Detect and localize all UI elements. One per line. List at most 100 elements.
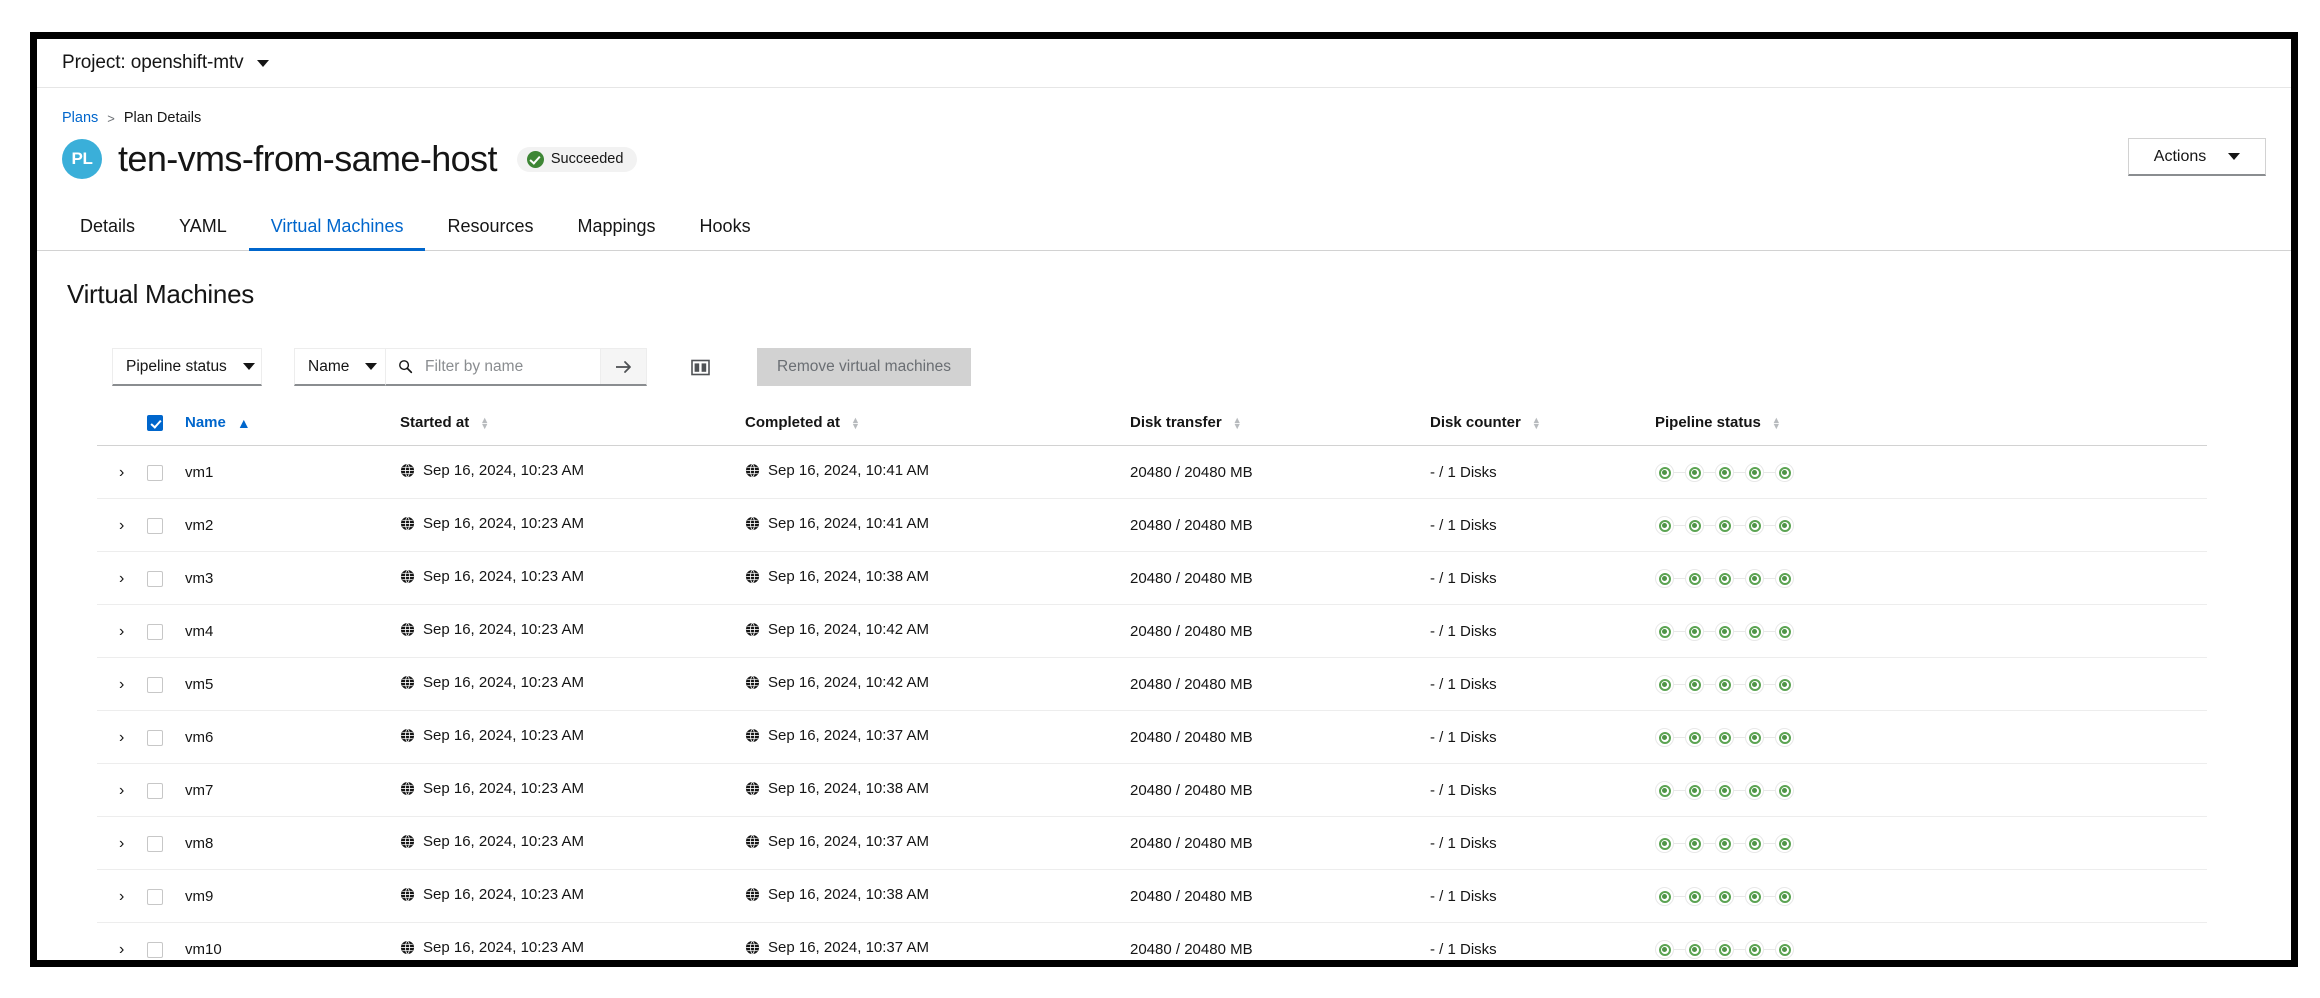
row-checkbox[interactable]	[147, 835, 163, 852]
pipeline-step-icon[interactable]	[1715, 887, 1734, 907]
chevron-right-icon[interactable]: ›	[97, 729, 124, 746]
pipeline-step-icon[interactable]	[1685, 887, 1704, 907]
chevron-right-icon[interactable]: ›	[97, 464, 124, 481]
started-at-text: Sep 16, 2024, 10:23 AM	[423, 727, 584, 745]
tab-details[interactable]: Details	[62, 210, 157, 250]
pipeline-step-icon[interactable]	[1745, 463, 1764, 483]
actions-button[interactable]: Actions	[2128, 138, 2266, 176]
pipeline-step-icon[interactable]	[1745, 728, 1764, 748]
pipeline-step-icon[interactable]	[1745, 834, 1764, 854]
th-name[interactable]: Name ▲	[185, 408, 400, 447]
pipeline-step-icon[interactable]	[1775, 675, 1794, 695]
pipeline-step-icon[interactable]	[1685, 675, 1704, 695]
pipeline-step-icon[interactable]	[1655, 569, 1674, 589]
pipeline-step-icon[interactable]	[1655, 516, 1674, 536]
row-checkbox[interactable]	[147, 782, 163, 799]
pipeline-step-icon[interactable]	[1715, 675, 1734, 695]
row-checkbox[interactable]	[147, 464, 163, 481]
chevron-right-icon[interactable]: ›	[97, 941, 124, 958]
globe-icon	[400, 569, 415, 584]
pipeline-step-icon[interactable]	[1715, 516, 1734, 536]
pipeline-step-icon[interactable]	[1745, 781, 1764, 801]
pipeline-step-icon[interactable]	[1775, 781, 1794, 801]
pipeline-step-icon[interactable]	[1655, 463, 1674, 483]
globe-icon	[745, 834, 760, 849]
row-checkbox[interactable]	[147, 517, 163, 534]
pipeline-step-icon[interactable]	[1655, 781, 1674, 801]
pipeline-step-icon[interactable]	[1715, 622, 1734, 642]
pipeline-step-icon[interactable]	[1715, 834, 1734, 854]
cell-disk-counter: - / 1 Disks	[1430, 710, 1655, 765]
pipeline-step-icon[interactable]	[1775, 516, 1794, 536]
pipeline-step-icon[interactable]	[1655, 887, 1674, 907]
th-started-at[interactable]: Started at ▲ ▼	[400, 408, 745, 447]
row-checkbox[interactable]	[147, 676, 163, 693]
row-checkbox[interactable]	[147, 570, 163, 587]
pipeline-step-icon[interactable]	[1745, 569, 1764, 589]
pipeline-step-icon[interactable]	[1745, 516, 1764, 536]
select-all-checkbox[interactable]	[147, 415, 163, 432]
pipeline-step-icon[interactable]	[1745, 675, 1764, 695]
pipeline-step-icon[interactable]	[1775, 569, 1794, 589]
row-select-cell	[147, 869, 185, 924]
pipeline-step-icon[interactable]	[1655, 834, 1674, 854]
pipeline-step-icon[interactable]	[1745, 622, 1764, 642]
row-checkbox[interactable]	[147, 729, 163, 746]
pipeline-step-icon[interactable]	[1745, 887, 1764, 907]
pipeline-step-icon[interactable]	[1655, 940, 1674, 960]
row-checkbox[interactable]	[147, 888, 163, 905]
pipeline-step-icon[interactable]	[1775, 728, 1794, 748]
row-checkbox[interactable]	[147, 623, 163, 640]
pipeline-step-icon[interactable]	[1685, 940, 1704, 960]
pipeline-step-icon[interactable]	[1775, 463, 1794, 483]
th-pipeline-status[interactable]: Pipeline status ▲ ▼	[1655, 408, 2207, 447]
manage-columns-button[interactable]	[683, 350, 717, 384]
tab-virtual-machines[interactable]: Virtual Machines	[248, 210, 426, 251]
cell-name: vm10	[185, 922, 400, 960]
pipeline-step-icon[interactable]	[1715, 940, 1734, 960]
pipeline-step-icon[interactable]	[1655, 622, 1674, 642]
remove-virtual-machines-button[interactable]: Remove virtual machines	[757, 348, 972, 386]
chevron-right-icon[interactable]: ›	[97, 676, 124, 693]
pipeline-step-icon[interactable]	[1685, 834, 1704, 854]
pipeline-status-filter-select[interactable]: Pipeline status	[112, 348, 262, 386]
sort-none-icon: ▲ ▼	[1531, 414, 1541, 431]
th-completed-at[interactable]: Completed at ▲ ▼	[745, 408, 1130, 447]
tab-resources[interactable]: Resources	[425, 210, 555, 250]
pipeline-step-icon[interactable]	[1655, 728, 1674, 748]
chevron-right-icon[interactable]: ›	[97, 570, 124, 587]
th-disk-counter[interactable]: Disk counter ▲ ▼	[1430, 408, 1655, 447]
page-title: ten-vms-from-same-host	[118, 138, 497, 179]
search-input[interactable]	[423, 356, 588, 377]
breadcrumb-item-plans[interactable]: Plans	[62, 110, 98, 126]
chevron-right-icon[interactable]: ›	[97, 835, 124, 852]
pipeline-step-icon[interactable]	[1775, 940, 1794, 960]
pipeline-step-icon[interactable]	[1715, 463, 1734, 483]
pipeline-step-icon[interactable]	[1715, 728, 1734, 748]
tab-hooks[interactable]: Hooks	[678, 210, 773, 250]
tab-mappings[interactable]: Mappings	[556, 210, 678, 250]
chevron-right-icon[interactable]: ›	[97, 782, 124, 799]
chevron-right-icon[interactable]: ›	[97, 623, 124, 640]
pipeline-step-icon[interactable]	[1685, 622, 1704, 642]
pipeline-step-icon[interactable]	[1685, 569, 1704, 589]
pipeline-step-icon[interactable]	[1685, 463, 1704, 483]
filter-attribute-select[interactable]: Name	[294, 348, 386, 386]
pipeline-step-icon[interactable]	[1685, 781, 1704, 801]
pipeline-step-icon[interactable]	[1745, 940, 1764, 960]
chevron-right-icon[interactable]: ›	[97, 517, 124, 534]
chevron-right-icon[interactable]: ›	[97, 888, 124, 905]
pipeline-step-icon[interactable]	[1775, 834, 1794, 854]
pipeline-step-icon[interactable]	[1715, 569, 1734, 589]
tab-yaml[interactable]: YAML	[157, 210, 249, 250]
pipeline-step-icon[interactable]	[1655, 675, 1674, 695]
pipeline-step-icon[interactable]	[1775, 887, 1794, 907]
row-checkbox[interactable]	[147, 941, 163, 958]
project-selector[interactable]: Project: openshift-mtv	[62, 52, 269, 74]
search-submit-button[interactable]	[600, 349, 646, 384]
pipeline-step-icon[interactable]	[1685, 728, 1704, 748]
pipeline-step-icon[interactable]	[1685, 516, 1704, 536]
th-disk-transfer[interactable]: Disk transfer ▲ ▼	[1130, 408, 1430, 447]
pipeline-step-icon[interactable]	[1715, 781, 1734, 801]
pipeline-step-icon[interactable]	[1775, 622, 1794, 642]
